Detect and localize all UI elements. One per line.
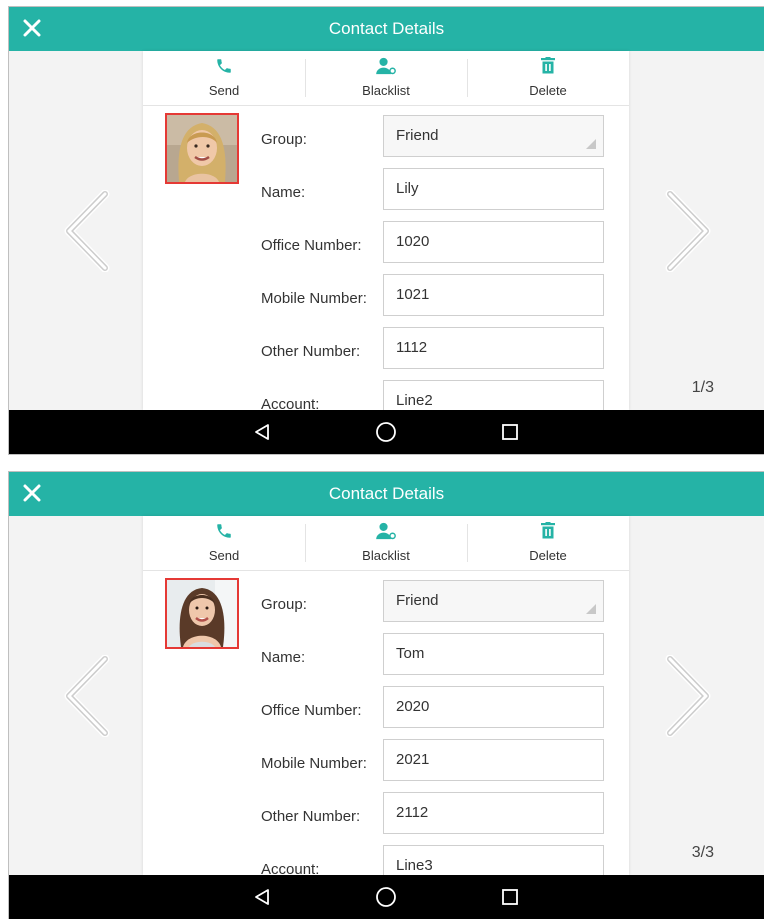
group-select[interactable]: Friend	[383, 115, 604, 157]
next-contact-button[interactable]	[662, 189, 714, 273]
page-indicator: 3/3	[691, 844, 714, 861]
trash-icon	[541, 57, 555, 74]
chevron-right-icon	[665, 654, 711, 738]
other-number-field[interactable]: 2112	[383, 792, 604, 834]
page-title: Contact Details	[328, 484, 445, 503]
office-number-field[interactable]: 2020	[383, 686, 604, 728]
home-circle-icon	[376, 422, 396, 442]
blacklist-button[interactable]: Blacklist	[305, 51, 467, 105]
account-field[interactable]: Line2	[383, 380, 604, 410]
phone-icon	[217, 524, 231, 538]
trash-icon	[541, 522, 555, 539]
person-block-icon	[376, 57, 396, 75]
page-indicator: 1/3	[691, 379, 714, 396]
action-bar: Send Blacklist Delete	[143, 51, 629, 106]
account-label: Account:	[261, 861, 320, 875]
action-bar: Send Blacklist Delete	[143, 516, 629, 571]
group-label: Group:	[261, 596, 307, 613]
group-label: Group:	[261, 131, 307, 148]
delete-label: Delete	[529, 83, 567, 98]
back-triangle-icon	[255, 889, 269, 905]
recent-apps-button[interactable]	[495, 882, 525, 912]
mobile-number-field[interactable]: 2021	[383, 739, 604, 781]
recent-square-icon	[502, 424, 518, 440]
back-button[interactable]	[247, 882, 277, 912]
account-label: Account:	[261, 396, 320, 410]
content-area: Send Blacklist Delete Group: Friend Name…	[9, 51, 764, 410]
send-label: Send	[208, 548, 240, 563]
recent-apps-button[interactable]	[495, 417, 525, 447]
name-label: Name:	[261, 649, 306, 666]
next-contact-button[interactable]	[662, 654, 714, 738]
delete-button[interactable]: Delete	[467, 516, 629, 570]
contact-card: Send Blacklist Delete Group: Friend Name…	[143, 51, 629, 410]
group-value: Friend	[396, 592, 439, 609]
dropdown-triangle-icon	[586, 139, 596, 149]
office-number-field[interactable]: 1020	[383, 221, 604, 263]
home-button[interactable]	[371, 417, 401, 447]
previous-contact-button[interactable]	[61, 189, 113, 273]
contact-photo[interactable]	[165, 113, 239, 184]
mobile-number-field[interactable]: 1021	[383, 274, 604, 316]
send-button[interactable]: Send	[143, 516, 305, 570]
delete-button[interactable]: Delete	[467, 51, 629, 105]
previous-contact-button[interactable]	[61, 654, 113, 738]
group-select[interactable]: Friend	[383, 580, 604, 622]
home-button[interactable]	[371, 882, 401, 912]
contact-card: Send Blacklist Delete Group: Friend Name…	[143, 516, 629, 875]
title-bar: Contact Details	[9, 472, 764, 516]
phone-icon	[217, 59, 231, 73]
page-title: Contact Details	[328, 19, 445, 38]
back-triangle-icon	[255, 424, 269, 440]
blacklist-label: Blacklist	[362, 548, 410, 563]
blacklist-label: Blacklist	[362, 83, 410, 98]
android-nav-bar	[9, 410, 764, 454]
contact-details-screen-2: Contact Details Send Blacklist Delete Gr…	[8, 471, 764, 919]
office-number-label: Office Number:	[261, 237, 362, 254]
contact-photo[interactable]	[165, 578, 239, 649]
home-circle-icon	[376, 887, 396, 907]
name-field[interactable]: Tom	[383, 633, 604, 675]
chevron-left-icon	[64, 654, 110, 738]
back-button[interactable]	[247, 417, 277, 447]
contact-details-screen-1: Contact Details Send Blacklist Delete Gr…	[8, 6, 764, 455]
account-field[interactable]: Line3	[383, 845, 604, 875]
blacklist-button[interactable]: Blacklist	[305, 516, 467, 570]
mobile-number-label: Mobile Number:	[261, 755, 367, 772]
name-label: Name:	[261, 184, 306, 201]
mobile-number-label: Mobile Number:	[261, 290, 367, 307]
office-number-label: Office Number:	[261, 702, 362, 719]
name-field[interactable]: Lily	[383, 168, 604, 210]
send-label: Send	[208, 83, 240, 98]
title-bar: Contact Details	[9, 7, 764, 51]
other-number-label: Other Number:	[261, 808, 361, 825]
other-number-label: Other Number:	[261, 343, 361, 360]
send-button[interactable]: Send	[143, 51, 305, 105]
content-area: Send Blacklist Delete Group: Friend Name…	[9, 516, 764, 875]
person-block-icon	[376, 522, 396, 540]
android-nav-bar	[9, 875, 764, 919]
avatar	[167, 580, 237, 647]
chevron-left-icon	[64, 189, 110, 273]
other-number-field[interactable]: 1112	[383, 327, 604, 369]
group-value: Friend	[396, 127, 439, 144]
dropdown-triangle-icon	[586, 604, 596, 614]
recent-square-icon	[502, 889, 518, 905]
avatar	[167, 115, 237, 182]
chevron-right-icon	[665, 189, 711, 273]
delete-label: Delete	[529, 548, 567, 563]
